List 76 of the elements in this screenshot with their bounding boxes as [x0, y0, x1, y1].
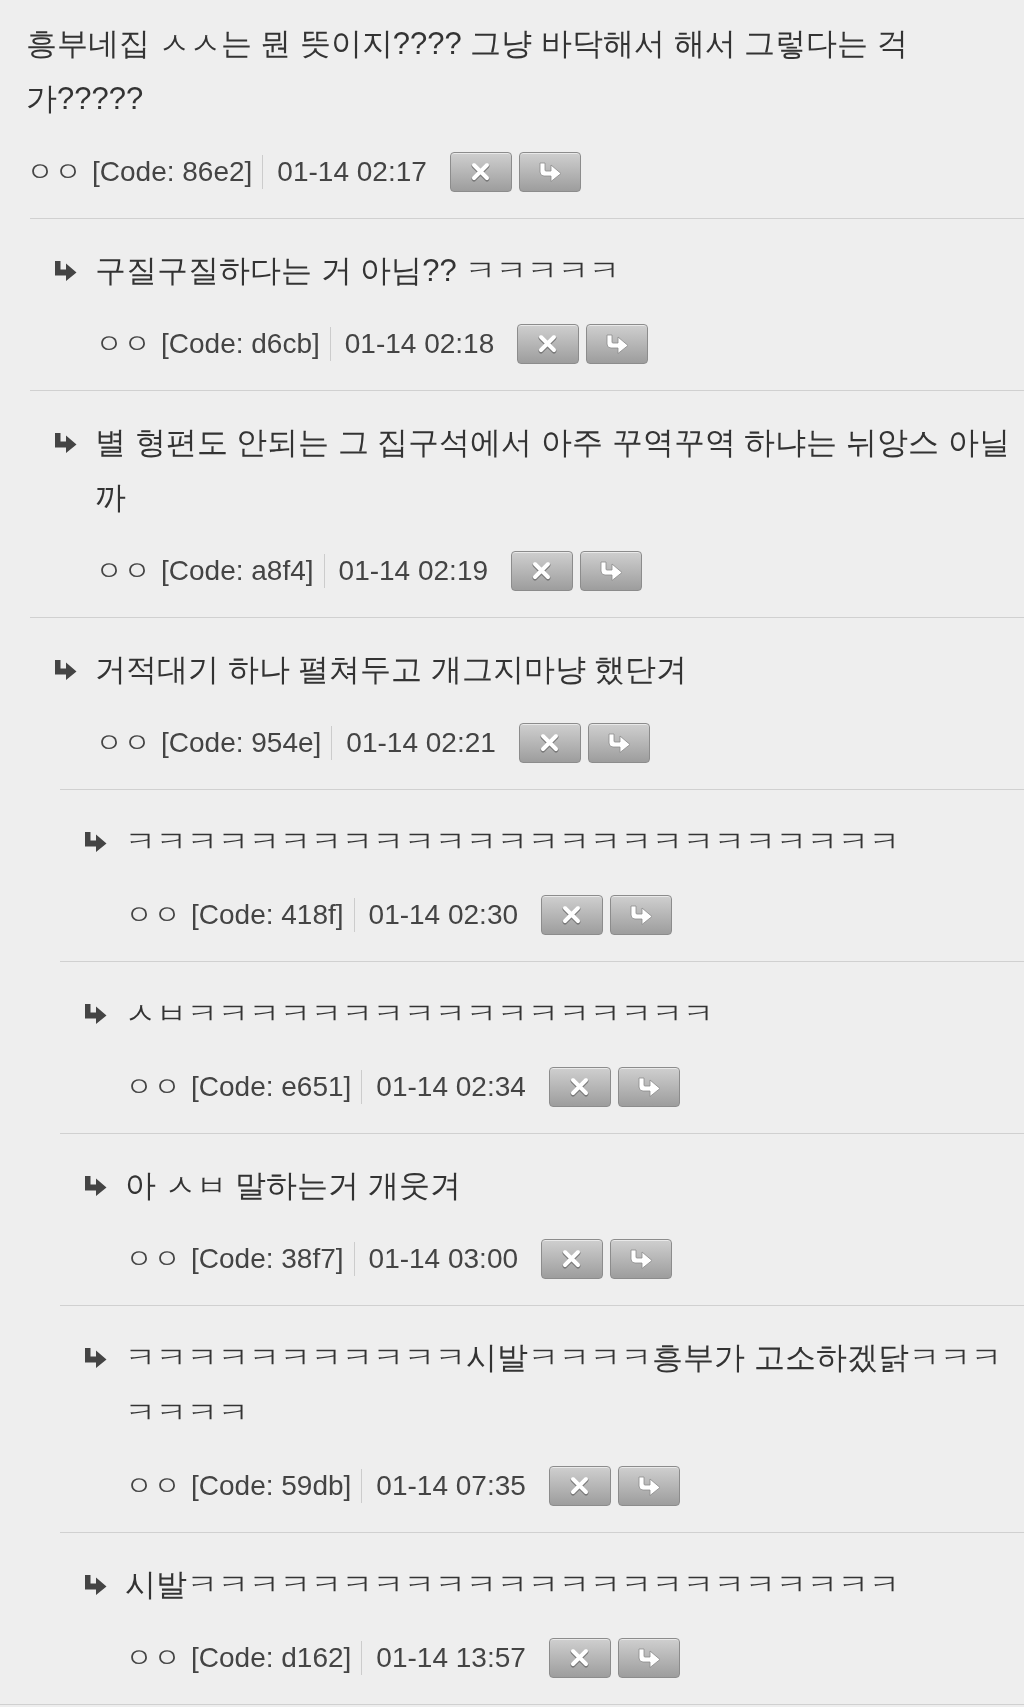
bent-arrow-icon — [54, 260, 77, 281]
bent-arrow-icon — [606, 733, 631, 753]
bent-arrow-icon — [636, 1476, 661, 1496]
author-name: ㅇㅇ — [125, 898, 181, 932]
comment-text: ㅋㅋㅋㅋㅋㅋㅋㅋㅋㅋㅋㅋㅋㅋㅋㅋㅋㅋㅋㅋㅋㅋㅋㅋㅋ — [125, 823, 901, 861]
comment-code: [Code: 59db] — [191, 1470, 352, 1502]
bent-arrow-icon — [84, 1574, 107, 1595]
x-icon — [538, 732, 561, 754]
comment-code: [Code: e651] — [191, 1071, 352, 1103]
author-name: ㅇㅇ — [125, 1242, 181, 1276]
author-name: ㅇㅇ — [95, 726, 151, 760]
reply-button[interactable] — [580, 551, 643, 591]
bent-arrow-icon — [636, 1648, 661, 1668]
author-name: ㅇㅇ — [125, 1641, 181, 1675]
delete-button[interactable] — [548, 1638, 611, 1678]
comment-text: 구질구질하다는 거 아님?? ㅋㅋㅋㅋㅋ — [95, 252, 622, 290]
comment-text: 아 ㅅㅂ 말하는거 개웃겨 — [125, 1167, 462, 1205]
x-icon — [469, 161, 492, 183]
comment-time: 01-14 02:34 — [376, 1071, 526, 1103]
bent-arrow-icon — [636, 1077, 661, 1097]
author-name: ㅇㅇ — [26, 155, 82, 189]
bent-arrow-icon — [54, 659, 77, 680]
author-name: ㅇㅇ — [125, 1070, 181, 1104]
comment-code: [Code: d6cb] — [161, 328, 320, 360]
comment-time: 01-14 02:21 — [346, 727, 496, 759]
delete-button[interactable] — [541, 1239, 604, 1279]
author-name: ㅇㅇ — [95, 554, 151, 588]
delete-button[interactable] — [449, 152, 512, 192]
reply-button[interactable] — [617, 1067, 680, 1107]
comment-code: [Code: a8f4] — [161, 555, 314, 587]
comment-text: 별 형편도 안되는 그 집구석에서 아주 꾸역꾸역 하냐는 뉘앙스 아닐까 — [95, 424, 1011, 517]
reply-button[interactable] — [610, 1239, 673, 1279]
bent-arrow-icon — [84, 1347, 107, 1368]
delete-button[interactable] — [518, 723, 581, 763]
x-icon — [568, 1647, 591, 1669]
comment-time: 01-14 03:00 — [368, 1243, 519, 1275]
comment-code: [Code: 418f] — [191, 899, 344, 931]
reply-button[interactable] — [587, 723, 650, 763]
author-name: ㅇㅇ — [125, 1469, 181, 1503]
comment-time: 01-14 13:57 — [376, 1642, 526, 1674]
x-icon — [568, 1076, 591, 1098]
comment-code: [Code: 954e] — [161, 727, 322, 759]
reply-button[interactable] — [617, 1466, 680, 1506]
delete-button[interactable] — [548, 1466, 611, 1506]
x-icon — [568, 1475, 591, 1497]
bent-arrow-icon — [629, 905, 654, 925]
comment-time: 01-14 02:19 — [338, 555, 489, 587]
bent-arrow-icon — [84, 1003, 107, 1024]
bent-arrow-icon — [629, 1249, 654, 1269]
delete-button[interactable] — [548, 1067, 611, 1107]
delete-button[interactable] — [517, 324, 580, 364]
comment-time: 01-14 02:30 — [368, 899, 519, 931]
reply-button[interactable] — [610, 895, 673, 935]
author-name: ㅇㅇ — [95, 327, 151, 361]
comment-time: 01-14 02:17 — [277, 156, 427, 188]
comment-code: [Code: d162] — [191, 1642, 352, 1674]
delete-button[interactable] — [511, 551, 574, 591]
comment-text: 흥부네집 ㅅㅅ는 뭔 뜻이지???? 그냥 바닥해서 해서 그렇다는 걱가????? — [26, 25, 909, 118]
reply-button[interactable] — [518, 152, 581, 192]
reply-button[interactable] — [586, 324, 649, 364]
bent-arrow-icon — [537, 162, 562, 182]
bent-arrow-icon — [54, 432, 77, 453]
comment-time: 01-14 07:35 — [376, 1470, 526, 1502]
bent-arrow-icon — [84, 1175, 107, 1196]
comment-code: [Code: 86e2] — [92, 156, 253, 188]
bent-arrow-icon — [599, 561, 624, 581]
delete-button[interactable] — [541, 895, 604, 935]
comment-text: 거적대기 하나 펼쳐두고 개그지마냥 했단겨 — [95, 651, 689, 689]
comment-text: ㅋㅋㅋㅋㅋㅋㅋㅋㅋㅋㅋ시발ㅋㅋㅋㅋ흥부가 고소하겠닭ㅋㅋㅋㅋㅋㅋㅋ — [125, 1339, 1003, 1432]
reply-button[interactable] — [617, 1638, 680, 1678]
bent-arrow-icon — [84, 831, 107, 852]
comment-text: 시발ㅋㅋㅋㅋㅋㅋㅋㅋㅋㅋㅋㅋㅋㅋㅋㅋㅋㅋㅋㅋㅋㅋㅋ — [125, 1566, 901, 1604]
comment-time: 01-14 02:18 — [344, 328, 495, 360]
bent-arrow-icon — [605, 334, 630, 354]
comment-code: [Code: 38f7] — [191, 1243, 344, 1275]
comment-text: ㅅㅂㅋㅋㅋㅋㅋㅋㅋㅋㅋㅋㅋㅋㅋㅋㅋㅋㅋ — [125, 995, 715, 1033]
